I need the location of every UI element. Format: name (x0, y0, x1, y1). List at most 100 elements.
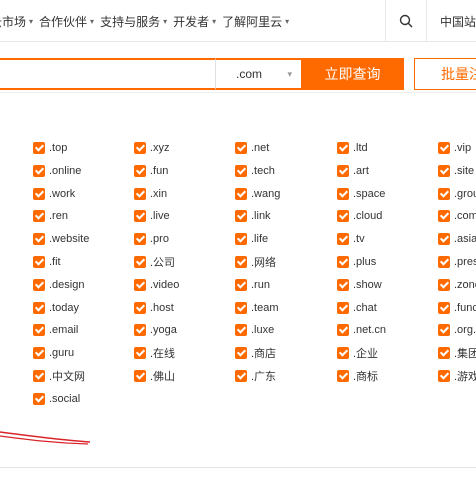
tld-option[interactable]: .tech (235, 163, 275, 179)
checkbox-checked-icon[interactable] (134, 347, 146, 360)
tld-option[interactable]: .广东 (235, 368, 276, 384)
tld-option[interactable]: .pres (438, 254, 476, 270)
checkbox-checked-icon[interactable] (33, 233, 45, 246)
checkbox-checked-icon[interactable] (438, 256, 450, 268)
checkbox-checked-icon[interactable] (438, 164, 450, 177)
tld-option[interactable]: .grou (438, 186, 476, 202)
checkbox-checked-icon[interactable] (438, 347, 450, 360)
checkbox-checked-icon[interactable] (337, 164, 349, 177)
tld-option[interactable]: .team (235, 300, 279, 316)
tld-option[interactable]: .link (235, 208, 271, 224)
checkbox-checked-icon[interactable] (337, 324, 349, 337)
tld-option[interactable]: .集团 (438, 345, 476, 361)
tld-option[interactable]: .net (235, 140, 269, 156)
checkbox-checked-icon[interactable] (438, 233, 450, 246)
checkbox-checked-icon[interactable] (438, 187, 450, 200)
checkbox-checked-icon[interactable] (235, 164, 247, 177)
tld-option[interactable]: .host (134, 300, 174, 316)
tld-option[interactable]: .show (337, 277, 382, 293)
tld-option[interactable]: .video (134, 277, 179, 293)
tld-option[interactable]: .work (33, 186, 75, 202)
tld-option[interactable]: .fun (134, 163, 168, 179)
tld-option[interactable]: .yoga (134, 322, 177, 338)
tld-option[interactable]: .在线 (134, 345, 175, 361)
tld-option[interactable]: .run (235, 277, 270, 293)
domain-search-input[interactable] (0, 58, 215, 90)
checkbox-checked-icon[interactable] (33, 164, 45, 177)
tld-option[interactable]: .zone (438, 277, 476, 293)
tld-option[interactable]: .guru (33, 345, 74, 361)
checkbox-checked-icon[interactable] (337, 301, 349, 314)
tld-option[interactable]: .space (337, 186, 385, 202)
checkbox-checked-icon[interactable] (337, 370, 349, 382)
checkbox-checked-icon[interactable] (337, 187, 349, 200)
tld-option[interactable]: .ren (33, 208, 68, 224)
checkbox-checked-icon[interactable] (235, 142, 247, 154)
tld-select[interactable]: .com ▾ (215, 58, 302, 90)
checkbox-checked-icon[interactable] (235, 278, 247, 291)
checkbox-checked-icon[interactable] (33, 187, 45, 200)
tld-option[interactable]: .商标 (337, 368, 378, 384)
tld-option[interactable]: .pro (134, 231, 169, 247)
checkbox-checked-icon[interactable] (235, 324, 247, 337)
checkbox-checked-icon[interactable] (33, 256, 45, 268)
tld-option[interactable]: .网络 (235, 254, 276, 270)
tld-option[interactable]: .org. (438, 322, 476, 338)
checkbox-checked-icon[interactable] (337, 278, 349, 291)
checkbox-checked-icon[interactable] (134, 142, 146, 154)
tld-option[interactable]: .com (438, 208, 476, 224)
checkbox-checked-icon[interactable] (438, 210, 450, 223)
checkbox-checked-icon[interactable] (134, 370, 146, 382)
checkbox-checked-icon[interactable] (134, 164, 146, 177)
tld-option[interactable]: .商店 (235, 345, 276, 361)
tld-option[interactable]: .wang (235, 186, 280, 202)
tld-option[interactable]: .ltd (337, 140, 368, 156)
checkbox-checked-icon[interactable] (33, 370, 45, 382)
tld-option[interactable]: .art (337, 163, 369, 179)
nav-item-developers[interactable]: 开发者 ▾ (173, 13, 216, 30)
tld-option[interactable]: .func (438, 300, 476, 316)
checkbox-checked-icon[interactable] (33, 210, 45, 223)
checkbox-checked-icon[interactable] (235, 187, 247, 200)
tld-option[interactable]: .design (33, 277, 84, 293)
checkbox-checked-icon[interactable] (337, 210, 349, 223)
tld-option[interactable]: .xin (134, 186, 167, 202)
tld-option[interactable]: .游戏 (438, 368, 476, 384)
checkbox-checked-icon[interactable] (33, 278, 45, 291)
tld-option[interactable]: .公司 (134, 254, 175, 270)
checkbox-checked-icon[interactable] (337, 256, 349, 268)
checkbox-checked-icon[interactable] (235, 301, 247, 314)
checkbox-checked-icon[interactable] (235, 233, 247, 246)
checkbox-checked-icon[interactable] (134, 233, 146, 246)
checkbox-checked-icon[interactable] (134, 187, 146, 200)
nav-item-partners[interactable]: 合作伙伴 ▾ (39, 13, 94, 30)
tld-option[interactable]: .email (33, 322, 78, 338)
nav-item-support[interactable]: 支持与服务 ▾ (100, 13, 167, 30)
tld-option[interactable]: .chat (337, 300, 377, 316)
tld-option[interactable]: .fit (33, 254, 61, 270)
nav-item-about[interactable]: 了解阿里云 ▾ (222, 13, 289, 30)
region-selector[interactable]: 中国站 (427, 13, 476, 30)
checkbox-checked-icon[interactable] (438, 142, 450, 154)
tld-option[interactable]: .online (33, 163, 81, 179)
checkbox-checked-icon[interactable] (337, 142, 349, 154)
checkbox-checked-icon[interactable] (33, 301, 45, 314)
checkbox-checked-icon[interactable] (438, 278, 450, 291)
checkbox-checked-icon[interactable] (235, 347, 247, 360)
checkbox-checked-icon[interactable] (33, 142, 45, 154)
tld-option[interactable]: .today (33, 300, 79, 316)
tld-option[interactable]: .vip (438, 140, 471, 156)
tld-option[interactable]: .luxe (235, 322, 274, 338)
checkbox-checked-icon[interactable] (337, 347, 349, 360)
checkbox-checked-icon[interactable] (134, 301, 146, 314)
checkbox-checked-icon[interactable] (337, 233, 349, 246)
checkbox-checked-icon[interactable] (33, 324, 45, 337)
tld-option[interactable]: .中文网 (33, 368, 85, 384)
tld-option[interactable]: .life (235, 231, 268, 247)
nav-item-marketplace[interactable]: 云市场▾ (0, 13, 33, 30)
search-now-button[interactable]: 立即查询 (301, 58, 404, 90)
checkbox-checked-icon[interactable] (235, 256, 247, 268)
tld-option[interactable]: .website (33, 231, 89, 247)
checkbox-checked-icon[interactable] (235, 210, 247, 223)
bulk-register-button[interactable]: 批量注 (414, 58, 476, 90)
